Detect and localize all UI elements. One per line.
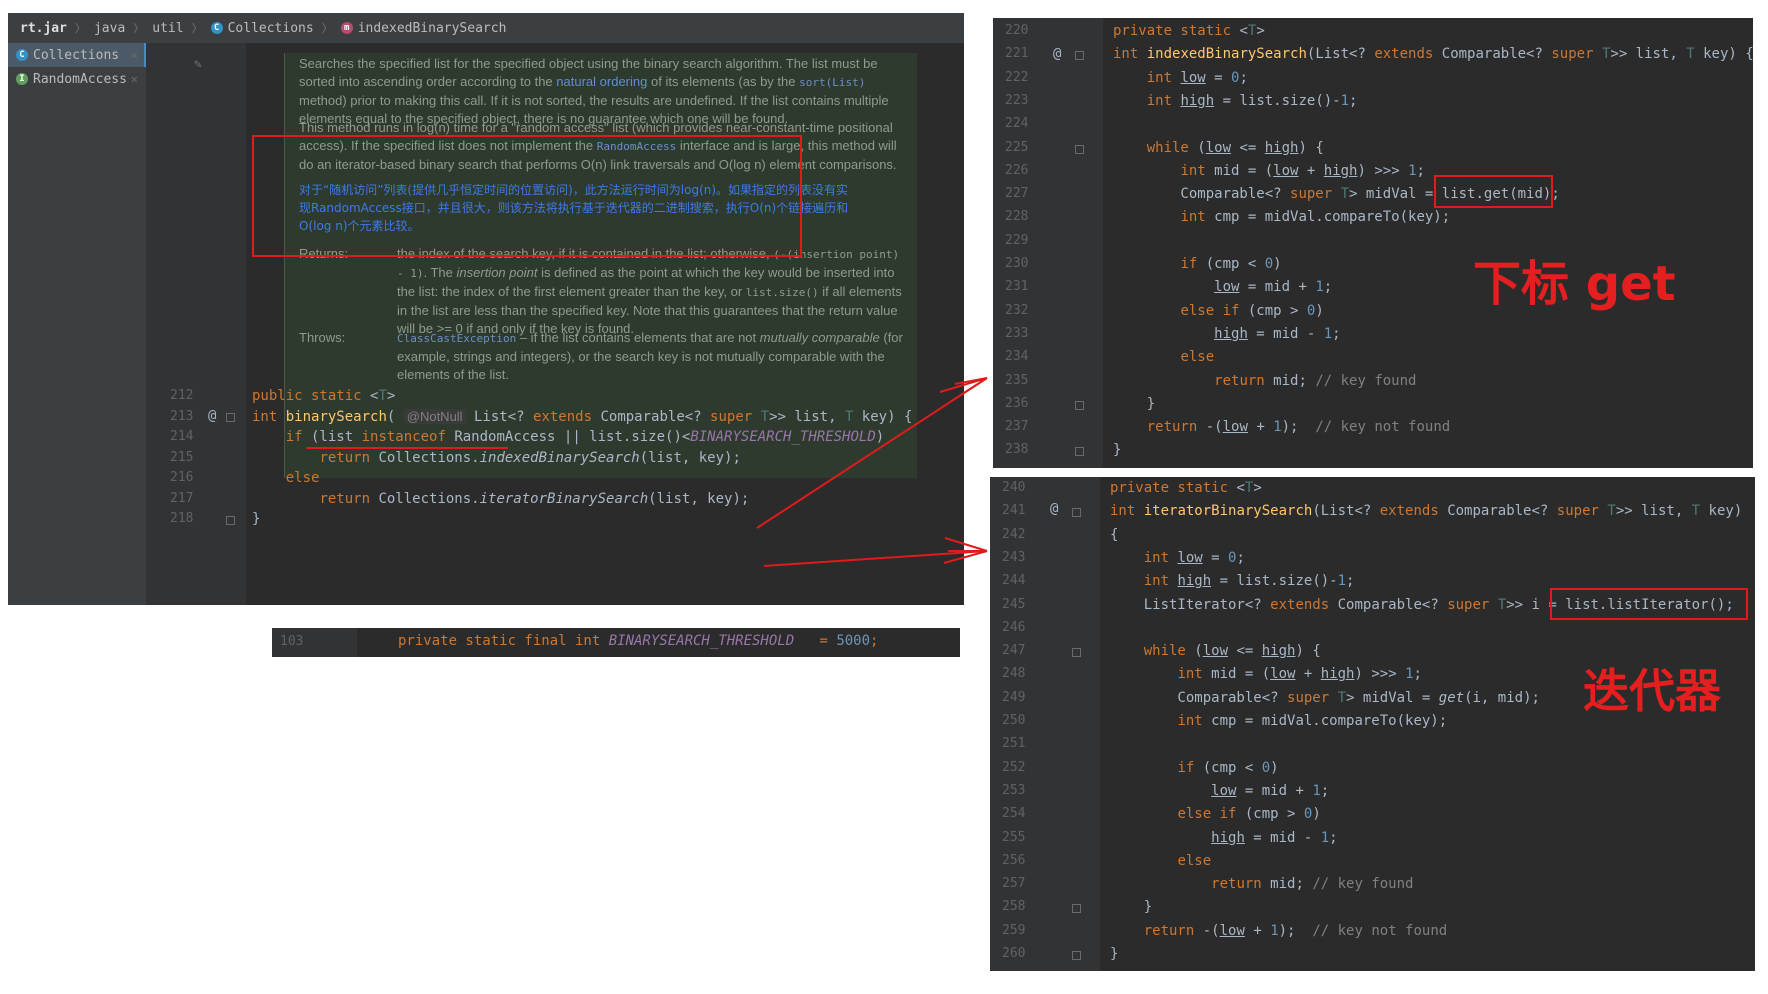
arrowhead-icon — [943, 537, 988, 564]
annotation-arrows — [756, 377, 988, 567]
arrow-to-iterator — [763, 550, 988, 567]
arrowhead-icon — [939, 377, 988, 403]
